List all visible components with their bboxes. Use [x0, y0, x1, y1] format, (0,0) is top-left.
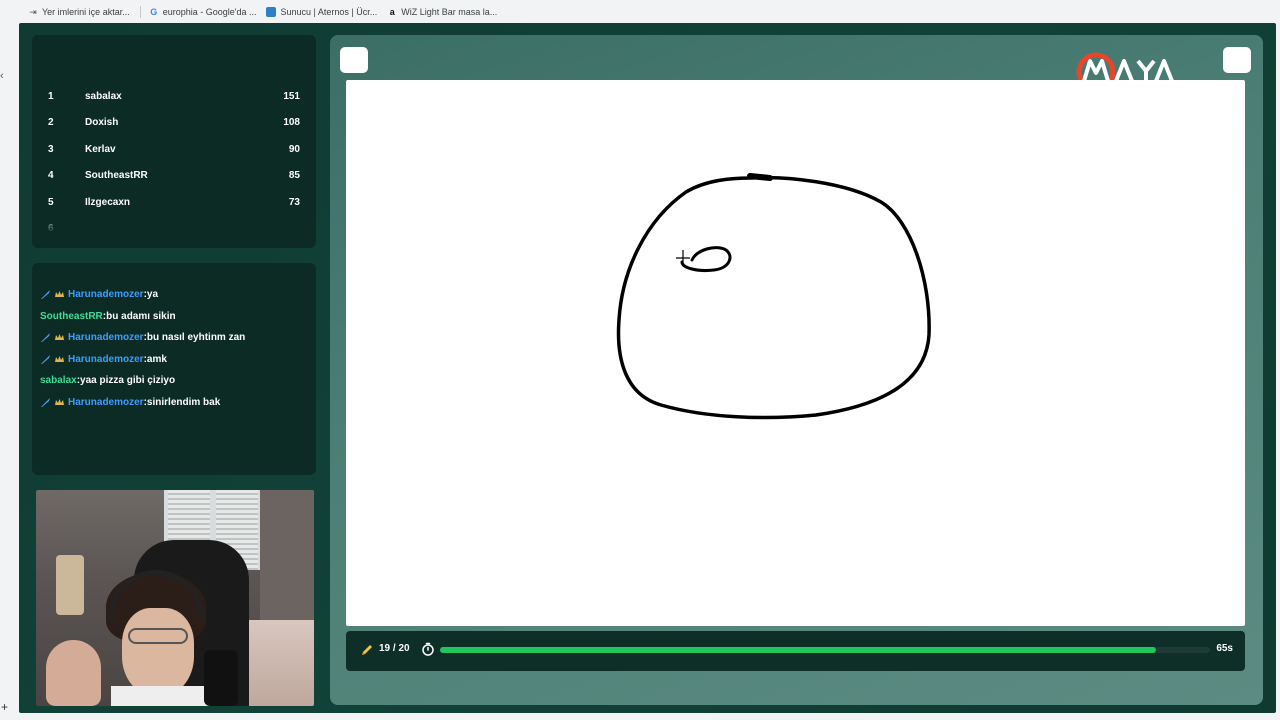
chat-text: bu nasıl eyhtinm zan	[146, 331, 246, 343]
leaderboard-rank: 4	[48, 169, 54, 181]
webcam-person-shirt	[111, 686, 211, 706]
chat-text: amk	[146, 353, 167, 365]
leaderboard-rank: 3	[48, 143, 54, 155]
game-app: 1 sabalax 151 2 Doxish 108 3 Kerlav 90 4…	[19, 23, 1276, 713]
leaderboard-name: sabalax	[85, 90, 122, 102]
timer-progress-track	[440, 647, 1210, 653]
leaderboard-name: Ilzgecaxn	[85, 196, 131, 208]
chat-message: Harunademozer: bu nasıl eyhtinm zan	[40, 328, 245, 346]
leaderboard-rank: 1	[48, 90, 54, 102]
leaderboard-name: SoutheastRR	[85, 169, 148, 181]
webcam-bed	[246, 620, 314, 706]
chat-message: Harunademozer: ya	[40, 285, 158, 303]
drawing-stage: 19 / 20 65s	[330, 35, 1263, 705]
webcam-person-face	[122, 608, 194, 696]
timer-progress-fill	[440, 647, 1157, 653]
import-icon: ⇥	[29, 6, 37, 17]
bookmark-label: Yer imlerini içe aktar...	[42, 7, 130, 17]
bookmark-label: WiZ Light Bar masa la...	[401, 7, 498, 17]
chat-username[interactable]: Harunademozer	[68, 397, 144, 408]
collapse-arrow-icon[interactable]: ‹	[0, 70, 10, 86]
drawing-stroke-mark	[747, 173, 773, 181]
leaderboard-row: 2 Doxish 108	[32, 109, 316, 135]
leaderboard-panel: 1 sabalax 151 2 Doxish 108 3 Kerlav 90 4…	[32, 35, 316, 248]
drawing-stroke-inner	[680, 246, 732, 272]
chat-message: Harunademozer: amk	[40, 350, 167, 368]
leaderboard-score: 151	[283, 90, 300, 102]
webcam-person-glasses	[128, 628, 188, 644]
aternos-icon	[266, 7, 277, 17]
webcam-person-hand	[46, 640, 101, 706]
bookmark-label: europhia - Google'da ...	[162, 7, 257, 17]
timer-icon	[422, 642, 434, 656]
sword-badge-icon	[40, 289, 51, 300]
chat-text: sinirlendim bak	[146, 396, 221, 408]
leaderboard-score: 73	[288, 196, 300, 208]
chat-text: bu adamı sikin	[106, 310, 176, 322]
crown-badge-icon	[54, 354, 65, 365]
sword-badge-icon	[40, 397, 51, 408]
leaderboard-rank: 5	[48, 196, 54, 208]
stage-right-button[interactable]	[1223, 47, 1251, 73]
leaderboard-score: 85	[288, 169, 300, 181]
chat-username[interactable]: SoutheastRR	[40, 311, 103, 322]
bookmarks-bar: ⇥ Yer imlerini içe aktar... G europhia -…	[0, 0, 1280, 24]
bookmark-aternos[interactable]: Sunucu | Aternos | Ücr...	[266, 7, 377, 17]
stage-left-button[interactable]	[340, 47, 368, 73]
leaderboard-row: 4 SoutheastRR 85	[32, 162, 316, 188]
leaderboard-fade	[32, 212, 316, 248]
chat-username[interactable]: Harunademozer	[68, 354, 144, 365]
plus-icon[interactable]: +	[1, 700, 8, 714]
chat-message: Harunademozer: sinirlendim bak	[40, 393, 220, 411]
chat-fade	[32, 415, 316, 475]
bookmark-google[interactable]: G europhia - Google'da ...	[149, 7, 257, 17]
sword-badge-icon	[40, 354, 51, 365]
bookmark-import[interactable]: ⇥ Yer imlerini içe aktar...	[28, 6, 130, 18]
pencil-icon	[362, 645, 372, 655]
chat-message: sabalax: yaa pizza gibi çiziyo	[40, 371, 175, 389]
drawing-stroke-outline	[616, 175, 931, 420]
crown-badge-icon	[54, 332, 65, 343]
bookmark-amazon[interactable]: a WiZ Light Bar masa la...	[387, 7, 498, 17]
round-status-bar: 19 / 20 65s	[346, 631, 1245, 671]
google-icon: G	[150, 7, 158, 17]
leaderboard-score: 108	[283, 116, 300, 128]
sword-badge-icon	[40, 332, 51, 343]
bookmark-label: Sunucu | Aternos | Ücr...	[280, 7, 378, 17]
round-counter: 19 / 20	[379, 643, 410, 654]
chat-panel: Harunademozer: ya SoutheastRR: bu adamı sik…	[32, 263, 316, 475]
chat-username[interactable]: sabalax	[40, 375, 77, 386]
chat-username[interactable]: Harunademozer	[68, 332, 144, 343]
leaderboard-row: 1 sabalax 151	[32, 83, 316, 109]
drawing-strokes	[616, 173, 931, 420]
chat-message: SoutheastRR: bu adamı sikin	[40, 307, 176, 325]
chat-text: yaa pizza gibi çiziyo	[80, 374, 176, 386]
leaderboard-score: 90	[288, 143, 300, 155]
webcam-feed	[36, 490, 314, 706]
webcam-microphone	[204, 650, 238, 706]
chat-text: ya	[146, 288, 159, 300]
leaderboard-row: 3 Kerlav 90	[32, 136, 316, 162]
amazon-icon: a	[389, 7, 395, 17]
leaderboard-rank: 2	[48, 116, 54, 128]
chat-username[interactable]: Harunademozer	[68, 289, 144, 300]
crown-badge-icon	[54, 289, 65, 300]
crosshair-cursor-icon	[676, 250, 690, 266]
webcam-lamp	[56, 555, 84, 615]
drawing-canvas[interactable]	[346, 80, 1245, 626]
crown-badge-icon	[54, 397, 65, 408]
bookmark-separator	[139, 6, 141, 18]
leaderboard-name: Doxish	[85, 116, 119, 128]
time-left: 65s	[1216, 643, 1233, 654]
leaderboard-name: Kerlav	[85, 143, 116, 155]
